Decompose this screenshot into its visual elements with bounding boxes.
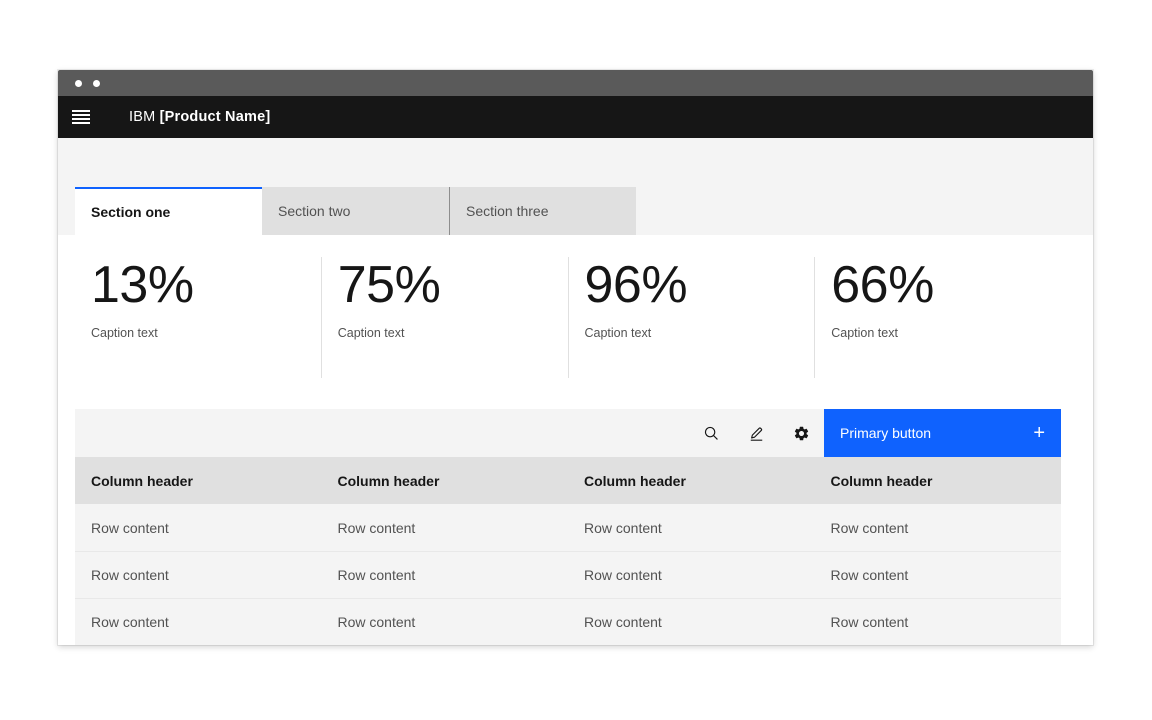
window-control-dot[interactable] (75, 80, 82, 87)
stat-card: 13% Caption text (75, 257, 321, 378)
stat-card: 75% Caption text (321, 257, 568, 378)
menu-button[interactable] (58, 96, 104, 138)
stat-value: 96% (585, 259, 799, 311)
table-cell: Row content (815, 614, 1062, 630)
stat-value: 13% (91, 259, 305, 311)
primary-button-label: Primary button (840, 425, 931, 441)
column-header[interactable]: Column header (322, 473, 569, 489)
stats-row: 13% Caption text 75% Caption text 96% Ca… (75, 257, 1061, 378)
window-titlebar (58, 70, 1093, 96)
table-cell: Row content (815, 567, 1062, 583)
tab-section-three[interactable]: Section three (449, 187, 636, 235)
tab-section-two[interactable]: Section two (262, 187, 449, 235)
plus-icon: + (1033, 423, 1045, 443)
data-table: Primary button + Column header Column he… (75, 409, 1061, 645)
search-button[interactable] (689, 409, 734, 457)
stat-value: 66% (831, 259, 1045, 311)
table-cell: Row content (322, 614, 569, 630)
app-window: IBM [Product Name] Section one Section t… (58, 70, 1093, 645)
column-header[interactable]: Column header (568, 473, 815, 489)
table-row[interactable]: Row content Row content Row content Row … (75, 504, 1061, 551)
brand-product-name: [Product Name] (160, 109, 271, 125)
table-cell: Row content (568, 614, 815, 630)
stat-card: 66% Caption text (814, 257, 1061, 378)
search-icon (703, 425, 720, 442)
stat-value: 75% (338, 259, 552, 311)
table-toolbar: Primary button + (75, 409, 1061, 457)
table-cell: Row content (568, 520, 815, 536)
table-cell: Row content (75, 614, 322, 630)
primary-button[interactable]: Primary button + (824, 409, 1061, 457)
hamburger-icon (72, 110, 90, 124)
tab-label: Section three (466, 203, 549, 219)
settings-button[interactable] (779, 409, 824, 457)
table-cell: Row content (322, 520, 569, 536)
table-row[interactable]: Row content Row content Row content Row … (75, 598, 1061, 645)
column-header[interactable]: Column header (75, 473, 322, 489)
brand-prefix: IBM (129, 109, 155, 125)
stat-card: 96% Caption text (568, 257, 815, 378)
stat-caption: Caption text (338, 326, 552, 340)
table-cell: Row content (568, 567, 815, 583)
app-header: IBM [Product Name] (58, 96, 1093, 138)
table-header-row: Column header Column header Column heade… (75, 457, 1061, 504)
tab-label: Section two (278, 203, 350, 219)
table-cell: Row content (322, 567, 569, 583)
edit-button[interactable] (734, 409, 779, 457)
tab-section-one[interactable]: Section one (75, 187, 262, 235)
stat-caption: Caption text (91, 326, 305, 340)
table-row[interactable]: Row content Row content Row content Row … (75, 551, 1061, 598)
stat-caption: Caption text (831, 326, 1045, 340)
product-brand: IBM [Product Name] (129, 109, 270, 125)
settings-icon (793, 425, 810, 442)
column-header[interactable]: Column header (815, 473, 1062, 489)
edit-icon (748, 425, 765, 442)
window-control-dot[interactable] (93, 80, 100, 87)
tab-label: Section one (91, 204, 170, 220)
table-cell: Row content (815, 520, 1062, 536)
tab-strip: Section one Section two Section three (58, 138, 1093, 235)
table-cell: Row content (75, 520, 322, 536)
stat-caption: Caption text (585, 326, 799, 340)
table-cell: Row content (75, 567, 322, 583)
